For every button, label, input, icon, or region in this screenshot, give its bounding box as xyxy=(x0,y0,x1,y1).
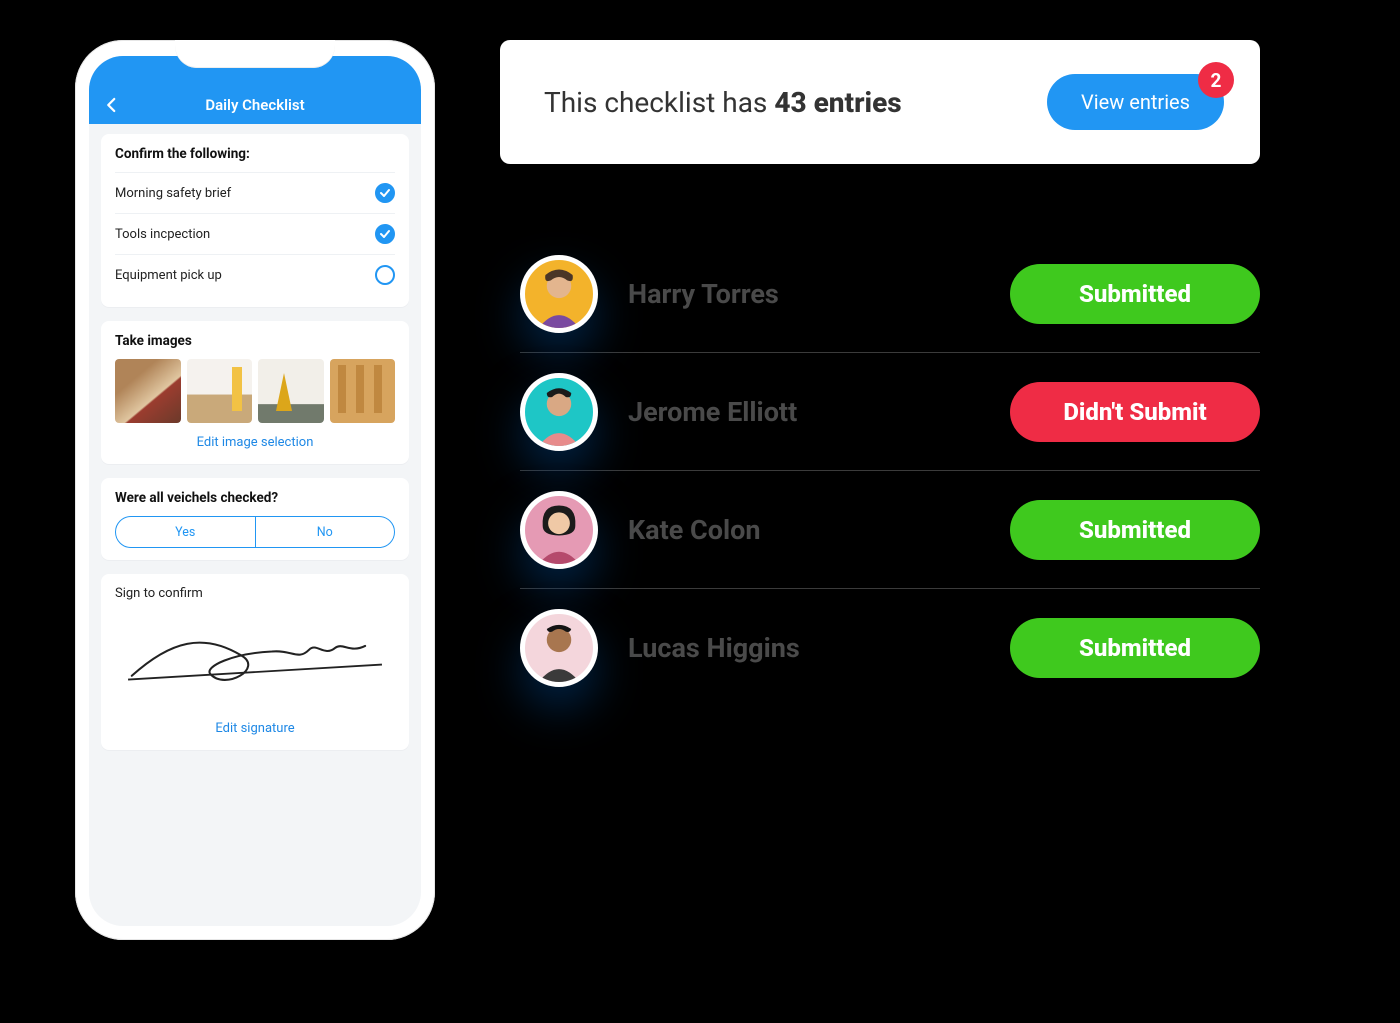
yes-no-group: Yes No xyxy=(115,516,395,548)
edit-images-link[interactable]: Edit image selection xyxy=(115,423,395,452)
phone-notch xyxy=(175,40,335,68)
avatar xyxy=(520,255,598,333)
entry-row: Harry Torres Submitted xyxy=(520,235,1260,353)
entry-row: Kate Colon Submitted xyxy=(520,471,1260,589)
signature-header: Sign to confirm xyxy=(115,586,395,601)
entry-name: Kate Colon xyxy=(628,514,1010,546)
summary-prefix: This checklist has xyxy=(544,86,774,119)
phone-frame: Daily Checklist Confirm the following: M… xyxy=(75,40,435,940)
question-header: Were all veichels checked? xyxy=(115,490,395,506)
entry-name: Jerome Elliott xyxy=(628,396,1010,428)
image-thumb[interactable] xyxy=(258,359,324,423)
avatar xyxy=(520,373,598,451)
signature-pad[interactable] xyxy=(115,609,395,709)
summary-count: 43 entries xyxy=(774,86,901,119)
checklist-label: Morning safety brief xyxy=(115,186,231,201)
avatar xyxy=(520,609,598,687)
summary-text: This checklist has 43 entries xyxy=(544,86,902,119)
entry-name: Lucas Higgins xyxy=(628,632,1010,664)
checklist-row[interactable]: Tools incpection xyxy=(115,213,395,254)
status-pill: Submitted xyxy=(1010,500,1260,560)
checklist-row[interactable]: Equipment pick up xyxy=(115,254,395,295)
question-card: Were all veichels checked? Yes No xyxy=(101,478,409,560)
notification-badge: 2 xyxy=(1198,62,1234,98)
check-icon[interactable] xyxy=(375,265,395,285)
status-pill: Didn't Submit xyxy=(1010,382,1260,442)
view-entries-button[interactable]: View entries 2 xyxy=(1047,74,1224,130)
image-thumb[interactable] xyxy=(187,359,253,423)
image-thumb[interactable] xyxy=(330,359,396,423)
confirm-card: Confirm the following: Morning safety br… xyxy=(101,134,409,307)
check-icon[interactable] xyxy=(375,224,395,244)
entry-name: Harry Torres xyxy=(628,278,1010,310)
images-header: Take images xyxy=(115,333,395,349)
image-thumb[interactable] xyxy=(115,359,181,423)
confirm-header: Confirm the following: xyxy=(115,146,395,162)
image-thumbs xyxy=(115,359,395,423)
view-entries-label: View entries xyxy=(1081,90,1190,114)
entry-row: Lucas Higgins Submitted xyxy=(520,589,1260,707)
no-button[interactable]: No xyxy=(255,517,395,547)
phone-screen: Daily Checklist Confirm the following: M… xyxy=(89,56,421,926)
check-icon[interactable] xyxy=(375,183,395,203)
edit-signature-link[interactable]: Edit signature xyxy=(115,709,395,738)
entry-row: Jerome Elliott Didn't Submit xyxy=(520,353,1260,471)
status-pill: Submitted xyxy=(1010,618,1260,678)
checklist-row[interactable]: Morning safety brief xyxy=(115,172,395,213)
status-pill: Submitted xyxy=(1010,264,1260,324)
images-card: Take images Edit image selection xyxy=(101,321,409,464)
yes-button[interactable]: Yes xyxy=(116,517,255,547)
avatar xyxy=(520,491,598,569)
entries-list: Harry Torres Submitted Jerome Elliott Di… xyxy=(520,235,1260,707)
summary-card: This checklist has 43 entries View entri… xyxy=(500,40,1260,164)
signature-card: Sign to confirm Edit signature xyxy=(101,574,409,750)
checklist-label: Equipment pick up xyxy=(115,268,222,283)
checklist-label: Tools incpection xyxy=(115,227,210,242)
phone-body: Confirm the following: Morning safety br… xyxy=(89,124,421,760)
phone-title: Daily Checklist xyxy=(103,96,407,114)
